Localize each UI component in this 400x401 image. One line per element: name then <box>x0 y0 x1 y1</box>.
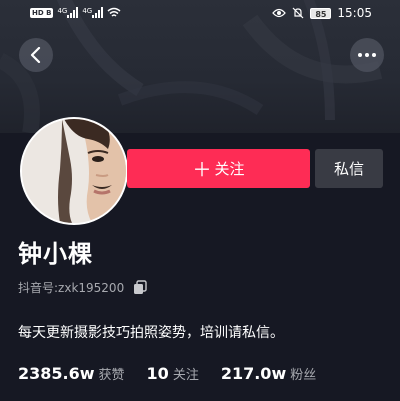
wifi-icon <box>107 7 121 18</box>
stat-following[interactable]: 10 关注 <box>147 364 199 383</box>
followers-count: 217.0w <box>220 364 287 383</box>
eye-icon <box>272 8 287 18</box>
stat-followers[interactable]: 217.0w 粉丝 <box>221 364 316 383</box>
stat-likes: 2385.6w 获赞 <box>18 364 125 383</box>
douyin-id-value: zxk195200 <box>58 280 125 295</box>
message-button[interactable]: 私信 <box>315 149 383 188</box>
following-label: 关注 <box>172 368 199 383</box>
follow-button[interactable]: ＋ 关注 <box>127 149 310 188</box>
signal-icon: 4G <box>57 7 79 18</box>
douyin-id-label: 抖音号: <box>18 281 59 295</box>
profile-stats: 2385.6w 获赞 10 关注 217.0w 粉丝 <box>18 364 338 383</box>
likes-label: 获赞 <box>98 368 125 383</box>
copy-icon[interactable] <box>133 280 147 295</box>
back-button[interactable] <box>19 38 53 72</box>
follow-label: 关注 <box>214 160 245 178</box>
status-bar-left: HD B 4G 4G <box>30 7 121 18</box>
plus-icon: ＋ <box>192 159 212 181</box>
avatar[interactable] <box>20 117 128 225</box>
more-button[interactable] <box>350 38 384 72</box>
battery-icon: 85 <box>310 7 332 19</box>
more-dots-icon <box>358 53 376 57</box>
signal-icon: 4G <box>82 7 104 18</box>
status-time: 15:05 <box>337 6 372 20</box>
back-arrow-icon <box>29 47 43 63</box>
status-bar-right: 85 15:05 <box>272 6 372 20</box>
followers-label: 粉丝 <box>290 368 317 383</box>
mute-bell-icon <box>292 7 304 19</box>
profile-bio: 每天更新摄影技巧拍照姿势，培训请私信。 <box>18 325 284 341</box>
profile-nickname: 钟小棵 <box>18 240 93 268</box>
message-label: 私信 <box>333 160 364 178</box>
signal-2-label: 4G <box>82 7 93 15</box>
following-count: 10 <box>146 364 169 383</box>
signal-1-label: 4G <box>57 7 68 15</box>
avatar-photo <box>22 119 126 223</box>
status-bar: HD B 4G 4G 85 15:05 <box>0 0 400 28</box>
douyin-id-row: 抖音号: zxk195200 <box>18 279 147 296</box>
hd-badge: HD B <box>30 7 54 18</box>
likes-count: 2385.6w <box>18 364 95 383</box>
